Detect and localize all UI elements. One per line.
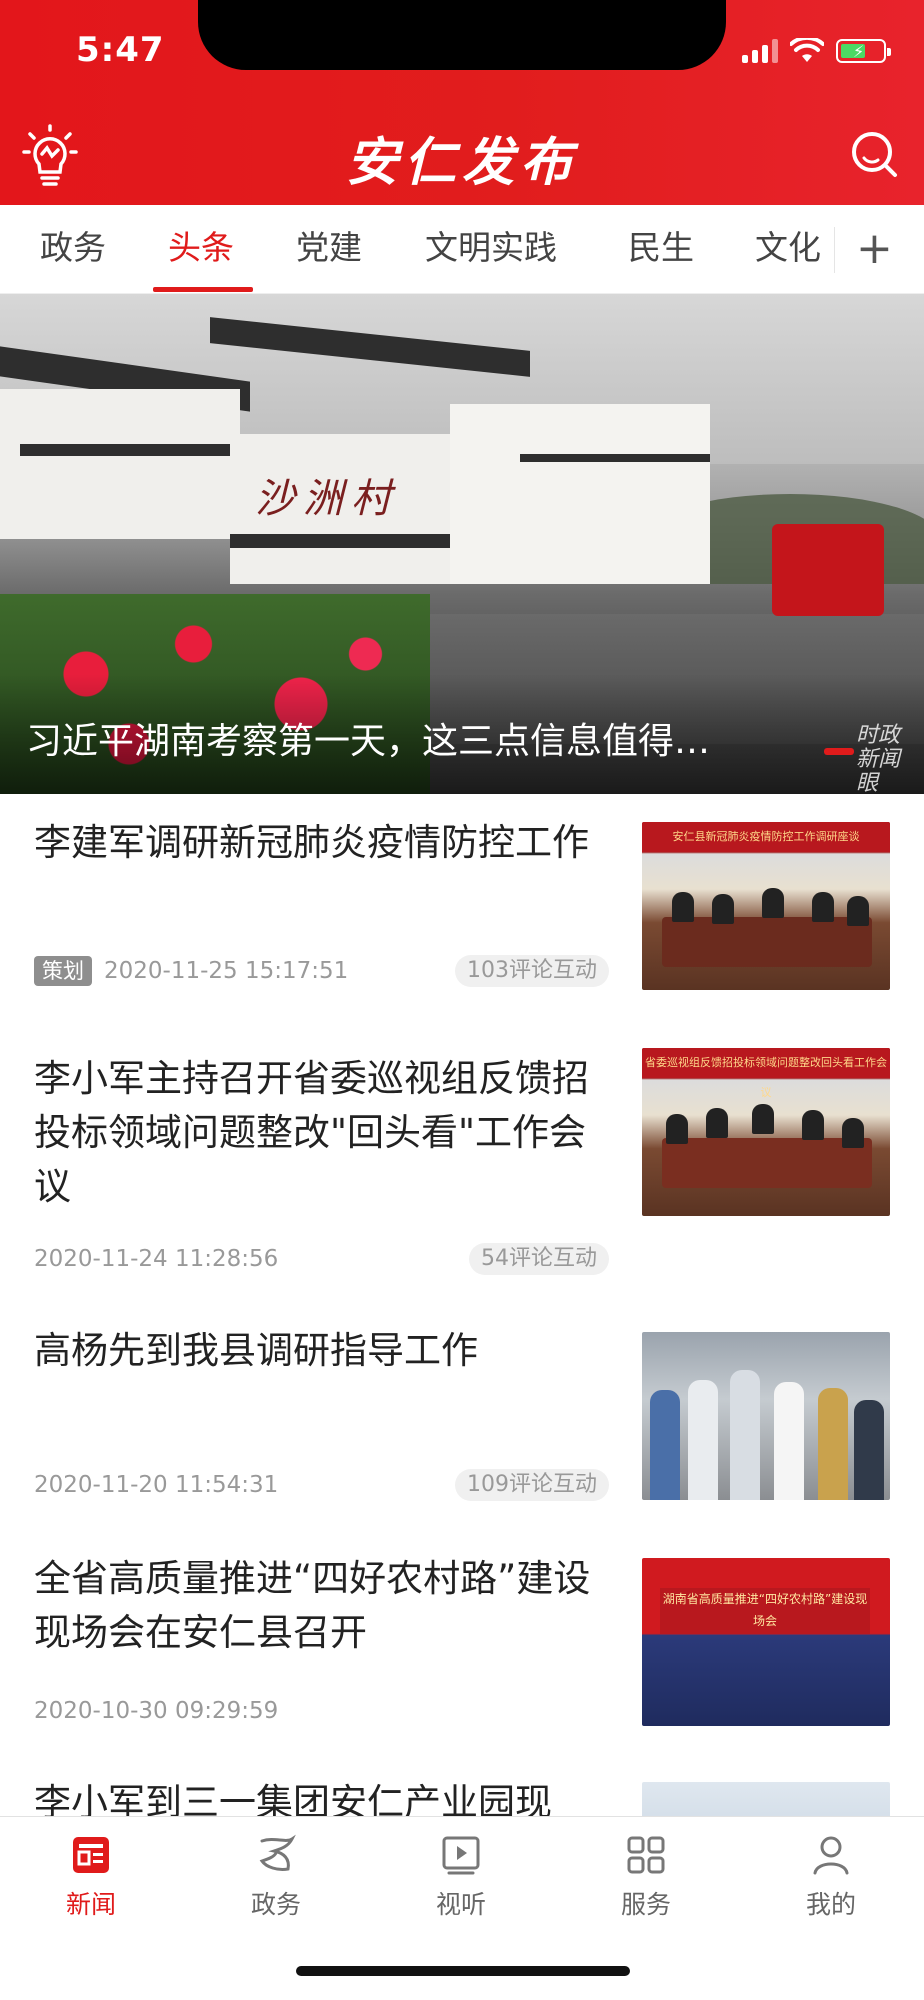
carousel-indicator xyxy=(824,748,854,755)
news-title[interactable]: 李小军主持召开省委巡视组反馈招投标领域问题整改"回头看"工作会议 xyxy=(34,1052,614,1214)
news-meta: 2020-11-20 11:54:31 109评论互动 xyxy=(34,1468,609,1502)
wifi-icon xyxy=(790,38,824,62)
news-date: 2020-11-24 11:28:56 xyxy=(34,1246,279,1272)
search-icon[interactable] xyxy=(850,130,898,178)
tabbar-label: 视听 xyxy=(435,1890,486,1919)
tab-culture[interactable]: 文化 xyxy=(755,205,821,294)
news-title[interactable]: 高杨先到我县调研指导工作 xyxy=(34,1324,614,1378)
battery-icon: ⚡ xyxy=(836,39,891,63)
grid-icon xyxy=(627,1836,665,1874)
news-meta: 策划 2020-11-25 15:17:51 103评论互动 xyxy=(34,954,609,988)
tab-headlines[interactable]: 头条 xyxy=(168,205,234,294)
category-badge: 策划 xyxy=(34,956,92,986)
status-time: 5:47 xyxy=(76,30,165,70)
app-screen: 5:47 ⚡ 安仁发布 政务 头条 党建 文明实践 民生 文化 + 沙洲村 习近… xyxy=(0,0,924,2000)
news-date: 2020-10-30 09:29:59 xyxy=(34,1698,279,1724)
tab-politics[interactable]: 政务 xyxy=(40,205,106,294)
news-title[interactable]: 李建军调研新冠肺炎疫情防控工作 xyxy=(34,816,614,870)
list-item[interactable]: 李建军调研新冠肺炎疫情防控工作 策划 2020-11-25 15:17:51 1… xyxy=(0,794,924,1018)
list-item[interactable]: 李小军主持召开省委巡视组反馈招投标领域问题整改"回头看"工作会议 2020-11… xyxy=(0,1018,924,1288)
tabbar-services[interactable]: 服务 xyxy=(591,1833,701,1921)
hero-banner[interactable]: 沙洲村 习近平湖南考察第一天，这三点信息值得… 时政新闻眼 xyxy=(0,294,924,794)
village-sign: 沙洲村 xyxy=(255,476,399,522)
news-icon xyxy=(73,1837,109,1873)
news-thumbnail[interactable]: 安仁县新冠肺炎疫情防控工作调研座谈 xyxy=(642,822,890,990)
tabbar-label: 我的 xyxy=(805,1890,856,1919)
tabbar-profile[interactable]: 我的 xyxy=(776,1833,886,1921)
news-title[interactable]: 李小军到三一集团安仁产业园现 xyxy=(34,1776,614,1816)
tabbar-label: 服务 xyxy=(620,1890,671,1919)
news-date: 2020-11-25 15:17:51 xyxy=(104,958,349,984)
tab-livelihood[interactable]: 民生 xyxy=(628,205,694,294)
tabbar-label: 新闻 xyxy=(65,1890,116,1919)
red-monument xyxy=(772,524,884,616)
comment-count[interactable]: 54评论互动 xyxy=(469,1243,609,1275)
list-item[interactable]: 高杨先到我县调研指导工作 2020-11-20 11:54:31 109评论互动 xyxy=(0,1288,924,1514)
home-indicator[interactable] xyxy=(296,1966,630,1976)
tab-civilization[interactable]: 文明实践 xyxy=(425,205,557,294)
cellular-signal-icon xyxy=(742,39,778,63)
video-icon xyxy=(442,1836,480,1875)
active-tab-indicator xyxy=(153,287,253,292)
government-icon xyxy=(259,1834,296,1871)
news-title[interactable]: 全省高质量推进“四好农村路”建设现场会在安仁县召开 xyxy=(34,1552,614,1660)
tabbar-label: 政务 xyxy=(250,1890,301,1919)
app-logo-title: 安仁发布 xyxy=(345,132,578,193)
add-tab-button[interactable]: + xyxy=(856,205,893,294)
comment-count[interactable]: 109评论互动 xyxy=(455,1469,609,1501)
news-thumbnail[interactable] xyxy=(642,1782,890,1816)
comment-count[interactable]: 103评论互动 xyxy=(455,955,609,987)
tabbar-government[interactable]: 政务 xyxy=(221,1833,331,1921)
tab-party-building[interactable]: 党建 xyxy=(296,205,362,294)
tab-divider xyxy=(834,227,835,273)
news-meta: 2020-11-24 11:28:56 54评论互动 xyxy=(34,1242,609,1276)
news-thumbnail[interactable]: 省委巡视组反馈招投标领域问题整改回头看工作会议 xyxy=(642,1048,890,1216)
thumbnail-banner: 省委巡视组反馈招投标领域问题整改回头看工作会议 xyxy=(642,1048,890,1099)
news-meta: 2020-10-30 09:29:59 xyxy=(34,1694,609,1728)
app-header: 5:47 ⚡ 安仁发布 xyxy=(0,0,924,205)
device-notch xyxy=(198,0,726,70)
hero-watermark: 时政新闻眼 xyxy=(856,723,901,795)
user-icon xyxy=(813,1836,849,1875)
category-tabs: 政务 头条 党建 文明实践 民生 文化 + xyxy=(0,205,924,294)
news-thumbnail[interactable] xyxy=(642,1332,890,1500)
list-item[interactable]: 全省高质量推进“四好农村路”建设现场会在安仁县召开 2020-10-30 09:… xyxy=(0,1514,924,1740)
news-date: 2020-11-20 11:54:31 xyxy=(34,1472,279,1498)
news-thumbnail[interactable]: 湖南省高质量推进“四好农村路”建设现场会 xyxy=(642,1558,890,1726)
tabbar-news[interactable]: 新闻 xyxy=(36,1833,146,1921)
thumbnail-banner: 湖南省高质量推进“四好农村路”建设现场会 xyxy=(660,1588,870,1634)
thumbnail-banner: 安仁县新冠肺炎疫情防控工作调研座谈 xyxy=(642,822,890,852)
status-icons: ⚡ xyxy=(742,38,891,64)
tabbar-video[interactable]: 视听 xyxy=(406,1833,516,1921)
list-item[interactable]: 李小军到三一集团安仁产业园现 xyxy=(0,1740,924,1816)
hero-title[interactable]: 习近平湖南考察第一天，这三点信息值得… xyxy=(26,712,816,764)
